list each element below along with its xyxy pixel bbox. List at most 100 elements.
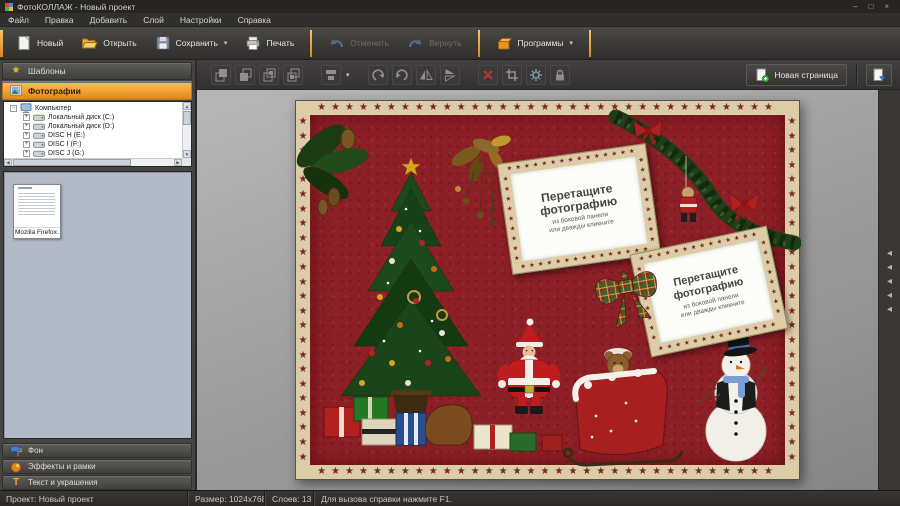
chevron-left-icon[interactable]: ◀ (887, 278, 892, 285)
photo-thumbnails-panel: Mozilla Firefox… (3, 171, 192, 439)
sidebar-section-photos[interactable]: Фотографии (2, 81, 192, 100)
scroll-down-icon[interactable]: ▼ (183, 150, 191, 158)
align-dropdown-caret[interactable]: ▾ (346, 71, 350, 79)
workspace: ▾ Новая страница (197, 60, 900, 490)
close-button[interactable]: × (884, 0, 889, 13)
new-page-icon (755, 68, 769, 82)
redo-icon (407, 36, 424, 51)
expand-box-icon[interactable]: + (23, 132, 30, 139)
save-dropdown-caret[interactable]: ▾ (224, 39, 228, 47)
save-button[interactable]: Сохранить ▾ (146, 29, 237, 57)
open-button[interactable]: Открыть (72, 29, 145, 57)
thumbnail-image (14, 185, 60, 227)
rotate-left-button[interactable] (368, 65, 388, 85)
hanging-santa-ornament (680, 187, 697, 222)
templates-star-icon: ★ (10, 66, 22, 76)
window-title: ФотоКОЛЛАЖ - Новый проект (17, 2, 135, 12)
maximize-button[interactable]: □ (868, 0, 873, 13)
scroll-right-icon[interactable]: ▶ (174, 159, 182, 166)
sidebar-section-effects[interactable]: Эффекты и рамки (2, 459, 192, 474)
new-document-icon (16, 35, 32, 51)
settings-gear-button[interactable] (526, 65, 546, 85)
tree-item-drive-f[interactable]: + DISC I (F:) (10, 140, 191, 149)
menu-help[interactable]: Справка (230, 13, 279, 27)
new-project-button[interactable]: Новый (7, 29, 72, 57)
folder-tree: − Компьютер + Локальный диск (C:) + Лока… (3, 101, 192, 167)
tree-horizontal-scrollbar[interactable]: ◀ ▶ (4, 158, 182, 166)
delete-button[interactable] (478, 65, 498, 85)
bring-forward-button[interactable] (259, 65, 279, 85)
menu-bar: Файл Правка Добавить Слой Настройки Спра… (0, 13, 900, 27)
sidebar-section-background[interactable]: Фон (2, 443, 192, 458)
print-button[interactable]: Печать (236, 29, 303, 57)
christmas-tree[interactable] (341, 158, 481, 419)
menu-layer[interactable]: Слой (135, 13, 172, 27)
menu-add[interactable]: Добавить (82, 13, 136, 27)
expand-box-icon[interactable]: + (23, 141, 30, 148)
bring-to-front-button[interactable] (211, 65, 231, 85)
send-to-back-button[interactable] (235, 65, 255, 85)
left-sidebar: ★ Шаблоны Фотографии − Компьютер + (0, 60, 197, 490)
rotate-right-button[interactable] (392, 65, 412, 85)
toolbar-separator (856, 64, 857, 86)
menu-file[interactable]: Файл (0, 13, 37, 27)
sidebar-section-text[interactable]: T Текст и украшения (2, 475, 192, 490)
tree-item-computer[interactable]: − Компьютер (10, 104, 191, 113)
new-page-button[interactable]: Новая страница (746, 64, 847, 86)
redo-button[interactable]: Вернуть (398, 29, 470, 57)
pine-branch-topleft[interactable] (296, 118, 371, 215)
scrollbar-corner (182, 158, 191, 166)
undo-button[interactable]: Отменить (319, 29, 398, 57)
tree-item-drive-d[interactable]: + Локальный диск (D:) (10, 122, 191, 131)
app-icon (5, 3, 13, 11)
status-size: Размер: 1024x768 (189, 494, 264, 504)
expand-box-icon[interactable]: + (23, 114, 30, 121)
drop-photo-area[interactable]: Перетащите фотографию из боковой панели … (510, 157, 647, 262)
collapse-box-icon[interactable]: − (10, 105, 17, 112)
tree-item-drive-c[interactable]: + Локальный диск (C:) (10, 113, 191, 122)
tree-item-drive-e[interactable]: + DISC H (E:) (10, 131, 191, 140)
drop-photo-area[interactable]: Перетащите фотографию из боковой панели … (644, 240, 774, 343)
chevron-left-icon[interactable]: ◀ (887, 306, 892, 313)
align-button[interactable] (321, 65, 341, 85)
toolbar-separator (589, 30, 591, 57)
minimize-button[interactable]: – (853, 0, 857, 13)
scroll-left-icon[interactable]: ◀ (4, 159, 12, 166)
menu-settings[interactable]: Настройки (172, 13, 230, 27)
programs-box-icon (496, 36, 513, 51)
right-panel-toggle[interactable]: ◀ ◀ ◀ ◀ ◀ (878, 90, 900, 490)
programs-button[interactable]: Программы ▾ (487, 29, 582, 57)
drive-icon (33, 141, 45, 149)
flip-vertical-button[interactable] (440, 65, 460, 85)
scroll-up-icon[interactable]: ▲ (183, 102, 191, 110)
lock-button[interactable] (550, 65, 570, 85)
santa-figurine[interactable] (496, 319, 562, 415)
flip-horizontal-button[interactable] (416, 65, 436, 85)
chevron-left-icon[interactable]: ◀ (887, 264, 892, 271)
chevron-left-icon[interactable]: ◀ (887, 250, 892, 257)
expand-box-icon[interactable]: + (23, 123, 30, 130)
page-actions-button[interactable] (866, 64, 892, 86)
computer-icon (20, 103, 32, 114)
expand-box-icon[interactable]: + (23, 150, 30, 157)
scrollbar-thumb[interactable] (183, 111, 191, 125)
chevron-left-icon[interactable]: ◀ (887, 292, 892, 299)
toolbar-separator (310, 30, 312, 57)
tree-vertical-scrollbar[interactable]: ▲ ▼ (182, 102, 191, 158)
sidebar-section-templates[interactable]: ★ Шаблоны (2, 62, 192, 80)
crop-button[interactable] (502, 65, 522, 85)
drive-icon (33, 114, 45, 122)
undo-icon (328, 36, 345, 51)
teddy-in-sleigh[interactable] (564, 348, 682, 465)
printer-icon (245, 35, 261, 51)
status-help-hint: Для вызова справки нажмите F1. (315, 494, 900, 504)
send-backward-button[interactable] (283, 65, 303, 85)
open-folder-icon (81, 35, 98, 51)
drive-icon (33, 123, 45, 131)
tree-item-drive-g[interactable]: + DISC J (G:) (10, 149, 191, 158)
collage-page[interactable]: ★★★★★★★★★★★★★★★★★★★★★★★★★★★★★★★★★ ★★★★★★… (295, 100, 800, 480)
menu-edit[interactable]: Правка (37, 13, 82, 27)
scrollbar-thumb[interactable] (13, 159, 131, 166)
photo-thumbnail[interactable]: Mozilla Firefox… (13, 184, 61, 239)
programs-dropdown-caret[interactable]: ▾ (569, 39, 573, 47)
